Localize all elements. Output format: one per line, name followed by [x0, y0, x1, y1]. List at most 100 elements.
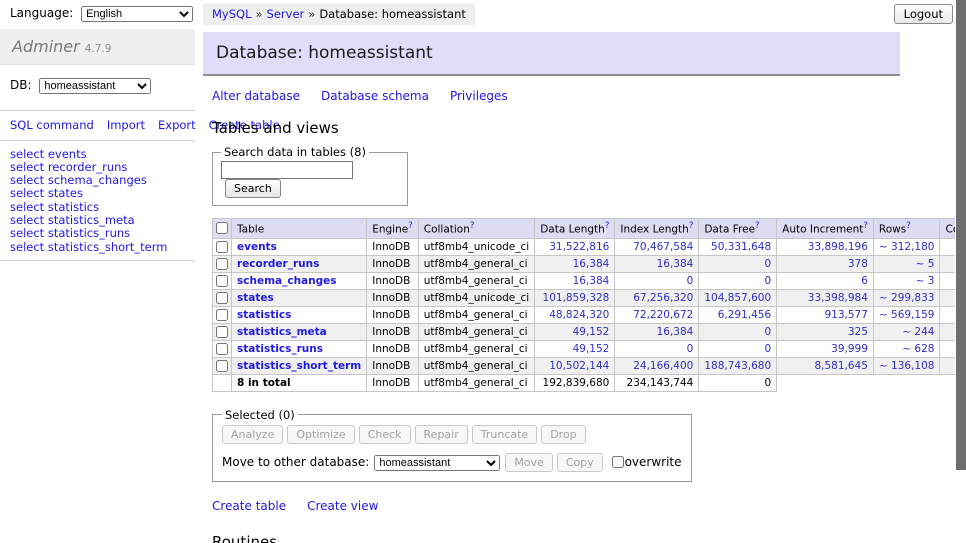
scrollbar-track[interactable]: [955, 0, 966, 543]
sidebar-table-link[interactable]: select statistics_short_term: [10, 241, 185, 254]
move-label: Move to other database:: [222, 455, 369, 469]
app-title: Adminer 4.7.9: [0, 29, 195, 65]
overwrite-checkbox[interactable]: [612, 456, 624, 468]
table-link[interactable]: statistics: [237, 309, 291, 321]
help-link[interactable]: ?: [863, 221, 868, 231]
table-total-row: 8 in total InnoDB utf8mb4_general_ci 192…: [213, 374, 966, 391]
collation-cell: utf8mb4_general_ci: [418, 272, 534, 289]
data-free-cell: 0: [699, 272, 777, 289]
help-link[interactable]: ?: [470, 221, 475, 231]
table-link[interactable]: states: [237, 292, 274, 304]
data-length-cell: 16,384: [535, 255, 615, 272]
logout-button[interactable]: Logout: [894, 4, 953, 24]
breadcrumb-server-link[interactable]: Server: [267, 7, 305, 21]
database-action-link[interactable]: Privileges: [450, 89, 508, 103]
move-database-select[interactable]: homeassistant: [374, 455, 500, 471]
sidebar-command-link[interactable]: Import: [107, 118, 145, 132]
data-length-cell: 49,152: [535, 323, 615, 340]
table-link[interactable]: statistics_meta: [237, 326, 327, 338]
breadcrumb-separator: »: [256, 7, 263, 21]
index-length-cell: 16,384: [615, 323, 699, 340]
search-input[interactable]: [221, 161, 353, 179]
select-all-checkbox[interactable]: [216, 222, 228, 234]
selected-action-button[interactable]: Optimize: [287, 425, 354, 444]
selected-action-button[interactable]: Analyze: [222, 425, 283, 444]
table-row: states InnoDB utf8mb4_unicode_ci 101,859…: [213, 289, 966, 306]
create-link[interactable]: Create view: [307, 499, 378, 513]
table-link[interactable]: events: [237, 241, 277, 253]
sidebar-table-links: select eventsselect recorder_runsselect …: [0, 148, 195, 254]
selected-action-button[interactable]: Truncate: [472, 425, 537, 444]
column-header-label: Data Length: [540, 224, 605, 236]
database-action-link[interactable]: Database schema: [321, 89, 429, 103]
selected-action-button[interactable]: Drop: [541, 425, 585, 444]
data-length-cell: 48,824,320: [535, 306, 615, 323]
table-row: statistics_short_term InnoDB utf8mb4_gen…: [213, 357, 966, 374]
search-button[interactable]: Search: [225, 179, 281, 198]
table-link[interactable]: schema_changes: [237, 275, 337, 287]
collation-cell: utf8mb4_unicode_ci: [418, 289, 534, 306]
row-checkbox[interactable]: [216, 326, 228, 338]
breadcrumb-separator: »: [308, 7, 315, 21]
move-button[interactable]: Move: [505, 453, 553, 472]
selected-actions: AnalyzeOptimize CheckRepairTruncateDrop: [222, 425, 682, 444]
sidebar-command-link[interactable]: SQL command: [10, 118, 94, 132]
row-checkbox[interactable]: [216, 292, 228, 304]
database-action-link[interactable]: Alter database: [212, 89, 300, 103]
table-row: schema_changes InnoDB utf8mb4_general_ci…: [213, 272, 966, 289]
app-name: Adminer: [12, 37, 80, 56]
engine-cell: InnoDB: [367, 323, 419, 340]
column-header-label: Table: [237, 224, 264, 236]
selected-action-button[interactable]: Repair: [415, 425, 468, 444]
scrollbar-thumb[interactable]: [956, 0, 966, 470]
help-link[interactable]: ?: [605, 221, 610, 231]
create-link[interactable]: Create table: [212, 499, 286, 513]
sidebar-table-link[interactable]: select statistics: [10, 201, 185, 214]
help-link[interactable]: ?: [408, 221, 413, 231]
adminer-app: Language: English Adminer4.7.9 DB: homea…: [0, 0, 966, 543]
engine-cell: InnoDB: [367, 306, 419, 323]
index-length-cell: 16,384: [615, 255, 699, 272]
selected-legend: Selected (0): [222, 408, 298, 422]
sidebar-table-link[interactable]: select schema_changes: [10, 174, 185, 187]
engine-cell: InnoDB: [367, 255, 419, 272]
sidebar-table-link[interactable]: select states: [10, 187, 185, 200]
sidebar: Language: English Adminer4.7.9 DB: homea…: [0, 0, 195, 267]
table-link[interactable]: recorder_runs: [237, 258, 319, 270]
rows-cell: ~ 628: [873, 340, 940, 357]
row-checkbox[interactable]: [216, 275, 228, 287]
total-data-free: 0: [699, 374, 777, 391]
rows-cell: ~ 5: [873, 255, 940, 272]
row-checkbox[interactable]: [216, 360, 228, 372]
auto-increment-cell: 33,398,984: [777, 289, 874, 306]
help-link[interactable]: ?: [689, 221, 694, 231]
copy-button[interactable]: Copy: [557, 453, 603, 472]
breadcrumb-mysql-link[interactable]: MySQL: [212, 7, 252, 21]
data-length-cell: 31,522,816: [535, 238, 615, 255]
help-link[interactable]: ?: [906, 221, 911, 231]
row-checkbox[interactable]: [216, 343, 228, 355]
collation-cell: utf8mb4_general_ci: [418, 255, 534, 272]
row-checkbox[interactable]: [216, 309, 228, 321]
sidebar-table-link[interactable]: select statistics_meta: [10, 214, 185, 227]
language-select[interactable]: English: [81, 6, 193, 22]
collation-cell: utf8mb4_general_ci: [418, 340, 534, 357]
sidebar-table-link[interactable]: select recorder_runs: [10, 161, 185, 174]
selected-action-button[interactable]: Check: [359, 425, 411, 444]
sidebar-table-link[interactable]: select events: [10, 148, 185, 161]
app-version: 4.7.9: [85, 43, 112, 55]
row-checkbox[interactable]: [216, 241, 228, 253]
sidebar-command-link[interactable]: Export: [158, 118, 196, 132]
data-free-cell: 104,857,600: [699, 289, 777, 306]
table-link[interactable]: statistics_short_term: [237, 360, 361, 372]
data-free-cell: 0: [699, 340, 777, 357]
data-free-cell: 6,291,456: [699, 306, 777, 323]
language-label: Language:: [10, 6, 73, 20]
table-row: events InnoDB utf8mb4_unicode_ci 31,522,…: [213, 238, 966, 255]
db-select[interactable]: homeassistant: [39, 78, 151, 94]
engine-cell: InnoDB: [367, 272, 419, 289]
row-checkbox[interactable]: [216, 258, 228, 270]
table-link[interactable]: statistics_runs: [237, 343, 323, 355]
help-link[interactable]: ?: [755, 221, 760, 231]
sidebar-table-link[interactable]: select statistics_runs: [10, 227, 185, 240]
